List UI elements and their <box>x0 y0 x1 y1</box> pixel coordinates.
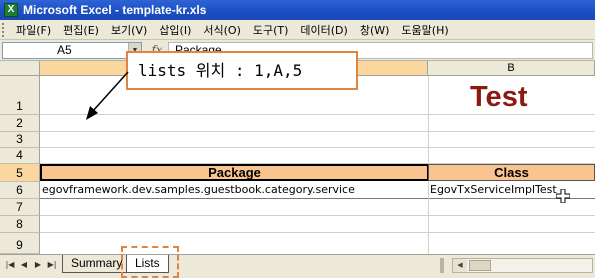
select-all-corner[interactable] <box>0 61 40 76</box>
arrow-icon <box>86 71 129 120</box>
row-header-2[interactable]: 2 <box>0 115 40 132</box>
row-header-4[interactable]: 4 <box>0 148 40 164</box>
gridline <box>40 131 595 132</box>
row-header-1[interactable]: 1 <box>0 76 40 115</box>
cell-b5-class-header[interactable]: Class <box>428 164 595 181</box>
name-box-value: A5 <box>57 43 72 57</box>
row-header-7[interactable]: 7 <box>0 199 40 216</box>
cell-cursor-icon <box>556 189 570 203</box>
gridline <box>40 147 595 148</box>
last-sheet-icon[interactable]: ▶| <box>46 258 58 272</box>
tab-splitter[interactable] <box>440 258 444 273</box>
column-header-b[interactable]: B <box>428 61 595 76</box>
title-bar: X Microsoft Excel - template-kr.xls <box>0 0 595 20</box>
sheet-tab-bar: |◀ ◀ ▶ ▶| Summary Lists ◀ <box>0 254 595 278</box>
cell-a5-package-header[interactable]: Package <box>40 164 429 181</box>
gridline <box>40 232 595 233</box>
prev-sheet-icon[interactable]: ◀ <box>18 258 30 272</box>
next-sheet-icon[interactable]: ▶ <box>32 258 44 272</box>
name-box[interactable]: A5 ▼ <box>2 41 142 59</box>
menu-data[interactable]: 데이터(D) <box>294 22 353 38</box>
row-header-9[interactable]: 9 <box>0 233 40 254</box>
menu-edit[interactable]: 편집(E) <box>57 22 105 38</box>
window-title: Microsoft Excel - template-kr.xls <box>23 3 207 17</box>
row-header-8[interactable]: 8 <box>0 216 40 233</box>
menu-tools[interactable]: 도구(T) <box>247 22 295 38</box>
row-header-3[interactable]: 3 <box>0 132 40 148</box>
row-header-5[interactable]: 5 <box>0 164 40 182</box>
annotation-callout: lists 위치 : 1,A,5 <box>126 51 358 90</box>
menu-help[interactable]: 도움말(H) <box>395 22 454 38</box>
menu-insert[interactable]: 삽입(I) <box>153 22 197 38</box>
cell-a6-package[interactable]: egovframework.dev.samples.guestbook.cate… <box>42 182 427 199</box>
first-sheet-icon[interactable]: |◀ <box>4 258 16 272</box>
horizontal-scrollbar[interactable]: ◀ <box>452 258 593 273</box>
scroll-thumb[interactable] <box>469 260 491 271</box>
menu-window[interactable]: 창(W) <box>354 22 396 38</box>
menu-file[interactable]: 파일(F) <box>10 22 57 38</box>
menu-view[interactable]: 보기(V) <box>105 22 153 38</box>
lists-tab-highlight <box>121 246 179 278</box>
sheet-title-cell[interactable]: Test <box>470 81 595 115</box>
menu-format[interactable]: 서식(O) <box>197 22 246 38</box>
excel-icon[interactable]: X <box>4 3 18 17</box>
scroll-left-icon[interactable]: ◀ <box>453 259 467 272</box>
gridline <box>40 215 595 216</box>
menu-grip[interactable] <box>2 22 6 37</box>
menu-bar: 파일(F) 편집(E) 보기(V) 삽입(I) 서식(O) 도구(T) 데이터(… <box>0 20 595 40</box>
row-header-6[interactable]: 6 <box>0 182 40 199</box>
